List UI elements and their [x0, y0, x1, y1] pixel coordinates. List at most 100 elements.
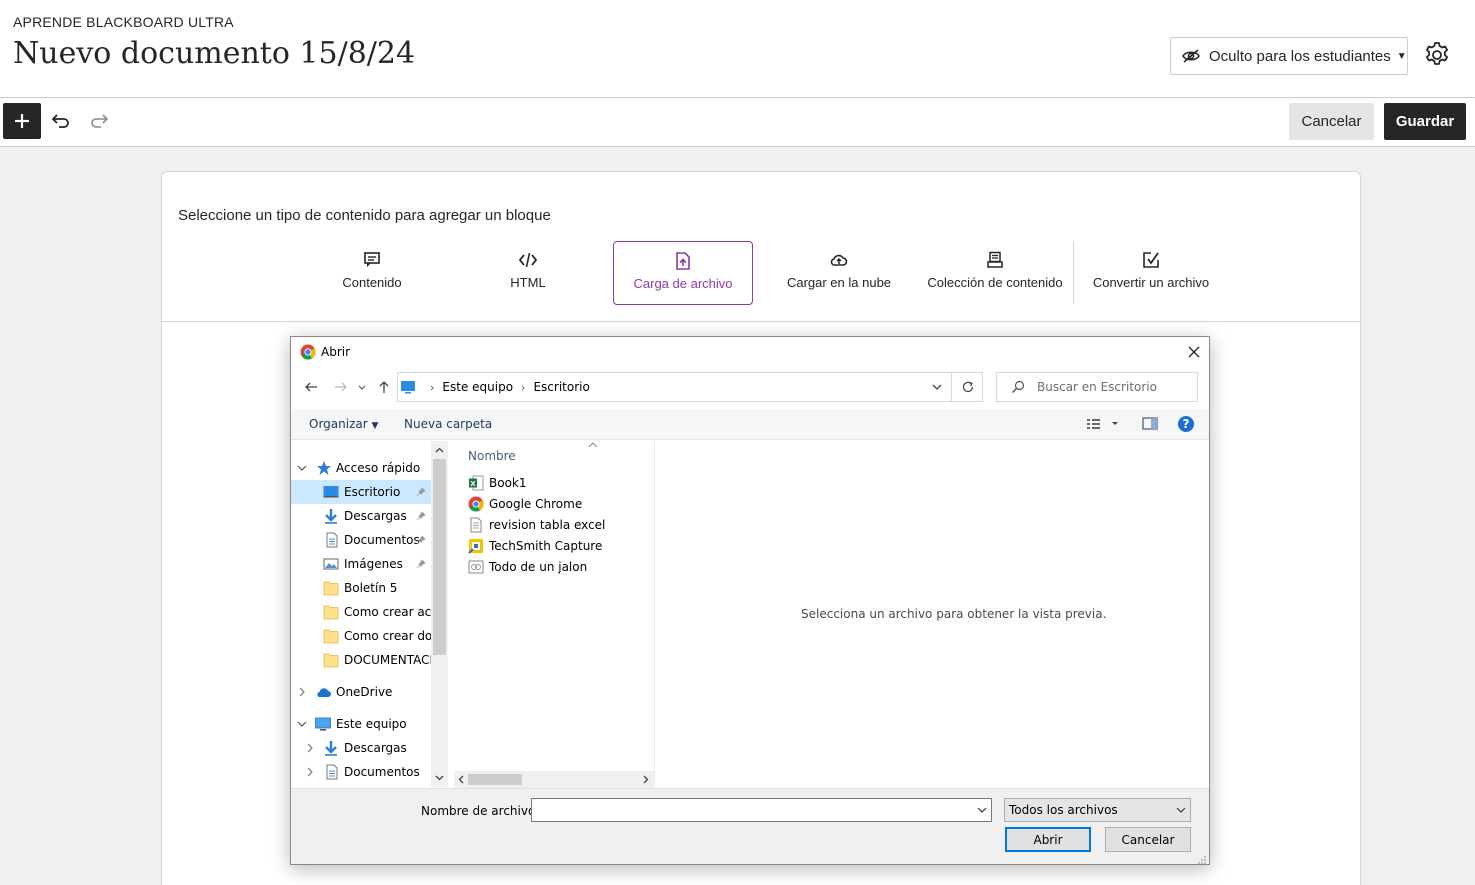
computer-icon: [315, 717, 331, 731]
text-file-icon: [470, 517, 482, 532]
filetype-select[interactable]: Todos los archivos: [1004, 798, 1191, 822]
file-item[interactable]: Todo de un jalon: [468, 556, 587, 577]
cloud-icon: [317, 688, 331, 697]
scroll-left-arrow-icon[interactable]: [456, 774, 467, 785]
tree-item-folder[interactable]: Boletín 5: [291, 576, 431, 600]
content-collection-icon: [987, 251, 1003, 268]
view-options-icon[interactable]: [1086, 416, 1120, 432]
pin-icon[interactable]: [416, 487, 426, 497]
block-type-content[interactable]: Contenido: [302, 241, 442, 305]
cancel-button[interactable]: Cancelar: [1289, 103, 1374, 140]
undo-icon[interactable]: [50, 110, 72, 132]
file-open-dialog[interactable]: Abrir › Este equipo › Escritorio Buscar …: [290, 336, 1210, 865]
block-type-convert-file[interactable]: Convertir un archivo: [1081, 241, 1221, 305]
help-icon[interactable]: ?: [1177, 415, 1195, 433]
eye-hidden-icon: [1182, 49, 1200, 63]
tree-item-folder[interactable]: Como crear acti: [291, 600, 431, 624]
breadcrumb-escritorio[interactable]: Escritorio: [533, 380, 589, 394]
file-list[interactable]: Nombre X Book1 Google Chrome revision ta…: [448, 441, 654, 787]
filename-input[interactable]: [531, 798, 992, 822]
tree-item-documentos[interactable]: Documentos: [291, 760, 431, 784]
dialog-titlebar[interactable]: Abrir: [291, 337, 1209, 367]
open-button[interactable]: Abrir: [1005, 827, 1091, 852]
organize-label: Organizar: [309, 417, 368, 431]
tree-item-descargas[interactable]: Descargas: [291, 504, 431, 528]
tree-item-escritorio[interactable]: Escritorio: [291, 480, 431, 504]
block-type-file-upload[interactable]: Carga de archivo: [613, 241, 753, 305]
dialog-footer: Nombre de archivo: Todos los archivos Ab…: [291, 788, 1209, 864]
tree-item-acceso-rapido[interactable]: Acceso rápido: [291, 456, 431, 480]
caret-down-icon: ▼: [1396, 50, 1407, 62]
tree-item-este-equipo[interactable]: Este equipo: [291, 712, 431, 736]
file-name: Todo de un jalon: [489, 559, 588, 574]
chevron-right-icon[interactable]: [305, 767, 315, 777]
refresh-icon[interactable]: [960, 379, 976, 395]
desktop-icon: [401, 381, 415, 394]
navigation-tree[interactable]: Acceso rápido Escritorio Descargas Docum…: [291, 441, 446, 787]
breadcrumb-este-equipo[interactable]: Este equipo: [442, 380, 513, 394]
tree-item-folder[interactable]: DOCUMENTACIO: [291, 648, 431, 672]
folder-icon: [323, 629, 339, 644]
chevron-down-icon: [1176, 807, 1186, 813]
gear-icon[interactable]: [1423, 41, 1451, 69]
back-arrow-icon[interactable]: [303, 379, 319, 395]
new-folder-button[interactable]: Nueva carpeta: [404, 417, 492, 431]
block-type-label: Carga de archivo: [633, 276, 733, 291]
tree-scrollbar[interactable]: [431, 441, 448, 787]
page-title[interactable]: Nuevo documento 15/8/24: [13, 36, 415, 71]
preview-pane-icon[interactable]: [1142, 416, 1158, 432]
pin-icon[interactable]: [416, 559, 426, 569]
block-type-label: Convertir un archivo: [1092, 275, 1210, 290]
block-type-content-collection[interactable]: Colección de contenido: [925, 241, 1065, 305]
scrollbar-thumb[interactable]: [433, 459, 446, 655]
file-name: Google Chrome: [489, 496, 583, 511]
save-button[interactable]: Guardar: [1384, 103, 1466, 140]
resize-grip-icon[interactable]: [1197, 855, 1207, 865]
folder-icon: [323, 605, 339, 620]
scroll-down-arrow-icon[interactable]: [434, 772, 445, 783]
tree-item-imagenes[interactable]: Imágenes: [291, 552, 431, 576]
scroll-right-arrow-icon[interactable]: [640, 774, 651, 785]
block-type-html[interactable]: HTML: [458, 241, 598, 305]
file-list-scrollbar[interactable]: [454, 771, 654, 788]
tree-item-label: Boletín 5: [344, 581, 398, 595]
file-item[interactable]: revision tabla excel: [468, 514, 605, 535]
chevron-down-icon[interactable]: [977, 805, 987, 815]
desktop-icon: [323, 486, 339, 498]
chevron-down-icon[interactable]: [297, 463, 307, 473]
visibility-dropdown[interactable]: Oculto para los estudiantes ▼: [1170, 37, 1408, 75]
file-item[interactable]: X Book1: [468, 472, 527, 493]
scrollbar-thumb[interactable]: [468, 774, 522, 785]
chevron-down-icon[interactable]: [930, 380, 944, 394]
tree-item-folder[interactable]: Como crear doc: [291, 624, 431, 648]
pin-icon[interactable]: [416, 511, 426, 521]
add-block-button[interactable]: [3, 103, 41, 139]
preview-message: Selecciona un archivo para obtener la vi…: [801, 607, 1107, 621]
redo-icon[interactable]: [88, 110, 110, 132]
tree-item-documentos[interactable]: Documentos: [291, 528, 431, 552]
block-type-cloud-upload[interactable]: Cargar en la nube: [769, 241, 909, 305]
tree-item-label: Como crear acti: [344, 605, 431, 619]
chevron-right-icon[interactable]: [297, 687, 307, 697]
chrome-icon: [300, 344, 316, 360]
file-item[interactable]: Google Chrome: [468, 493, 582, 514]
close-icon[interactable]: [1185, 343, 1203, 361]
scroll-up-arrow-icon[interactable]: [434, 445, 445, 456]
forward-arrow-icon[interactable]: [333, 379, 349, 395]
address-bar[interactable]: › Este equipo › Escritorio: [397, 372, 983, 402]
tree-item-descargas[interactable]: Descargas: [291, 736, 431, 760]
search-input[interactable]: Buscar en Escritorio: [996, 372, 1198, 402]
column-header-name[interactable]: Nombre: [468, 449, 516, 463]
tree-item-label: DOCUMENTACIO: [344, 653, 431, 667]
dialog-cancel-button[interactable]: Cancelar: [1105, 827, 1191, 852]
file-item[interactable]: TechSmith Capture: [468, 535, 602, 556]
recent-locations-icon[interactable]: [357, 379, 367, 395]
chevron-right-icon[interactable]: [305, 743, 315, 753]
organize-button[interactable]: Organizar ▼: [309, 417, 378, 431]
panel-divider: [162, 321, 1360, 322]
caret-down-icon: ▼: [371, 421, 379, 431]
tree-item-onedrive[interactable]: OneDrive: [291, 680, 431, 704]
up-arrow-icon[interactable]: [376, 379, 392, 395]
pin-icon[interactable]: [416, 535, 426, 545]
chevron-down-icon[interactable]: [297, 719, 307, 729]
